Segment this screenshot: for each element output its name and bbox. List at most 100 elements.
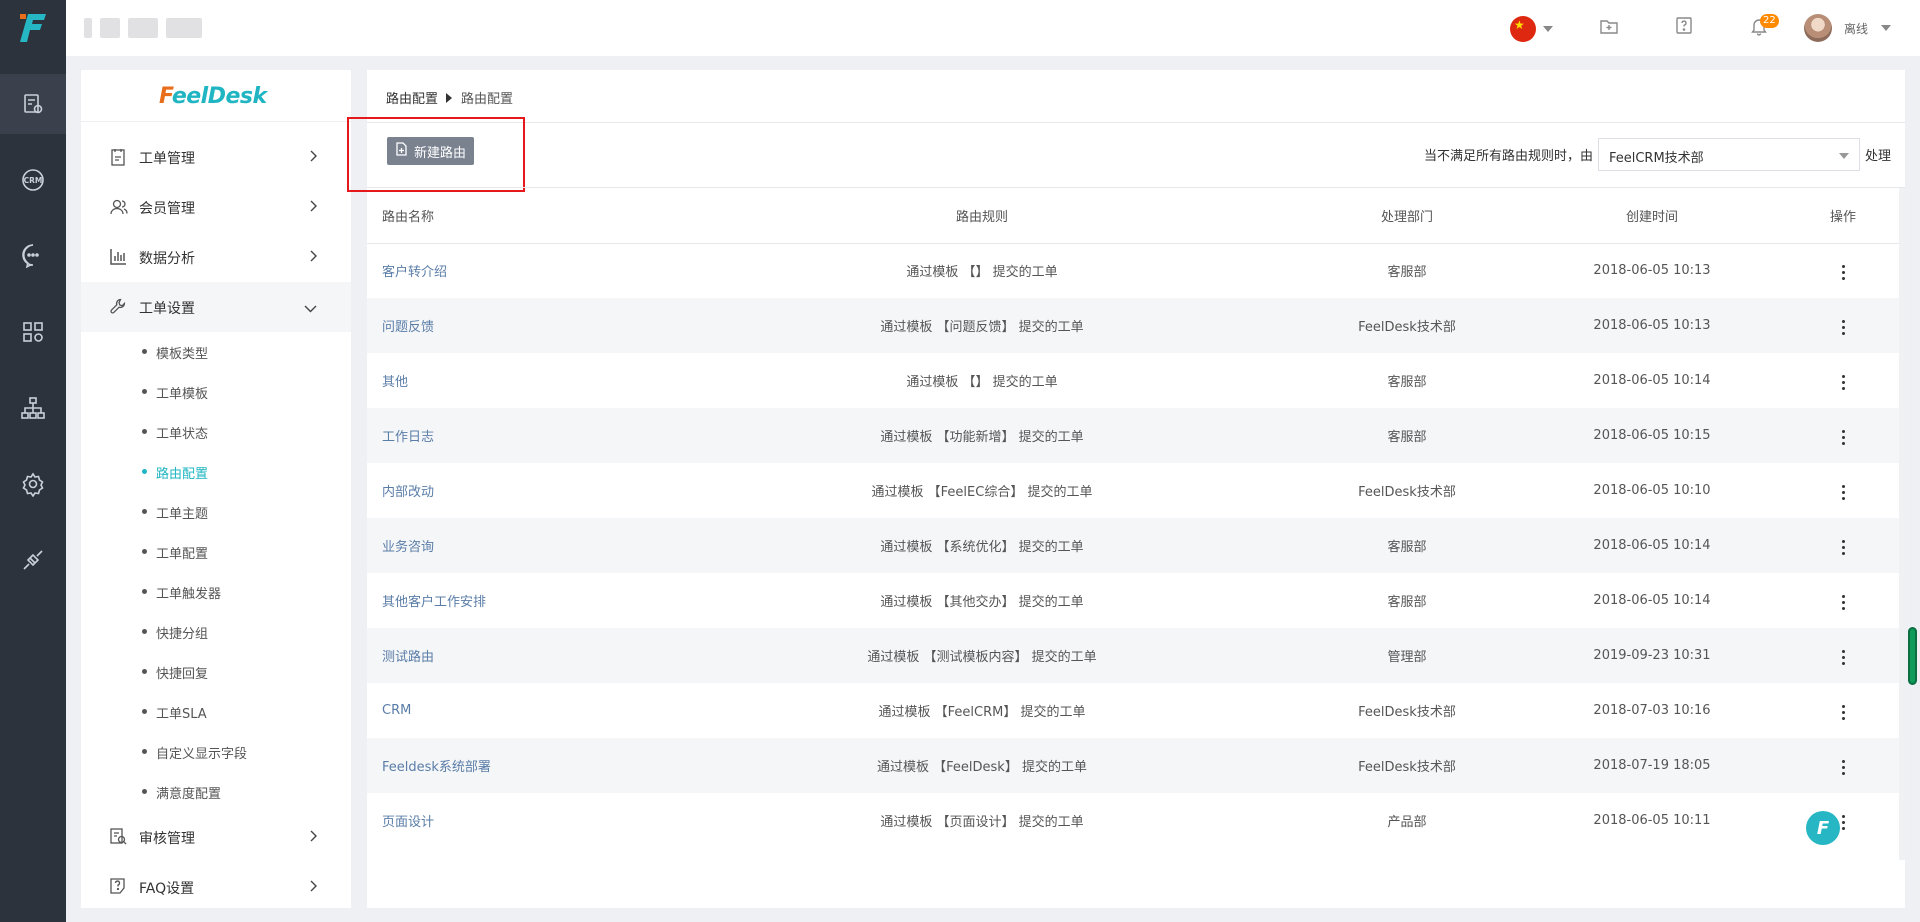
submenu-quick-replies[interactable]: 快捷回复 (81, 652, 351, 692)
crm-icon: CRM (20, 167, 46, 193)
chevron-right-icon (309, 880, 317, 896)
rail-apps[interactable] (0, 302, 66, 362)
ticket-settings-icon (21, 92, 45, 116)
menu-faq-settings[interactable]: FAQ设置 (81, 862, 351, 908)
more-options-icon[interactable] (1836, 756, 1851, 779)
route-name[interactable]: 测试路由 (367, 628, 667, 683)
route-created: 2019-09-23 10:31 (1517, 628, 1787, 683)
more-options-icon[interactable] (1836, 371, 1851, 394)
route-rule: 通过模板 【功能新增】 提交的工单 (667, 408, 1297, 463)
route-name[interactable]: Feeldesk系统部署 (367, 738, 667, 793)
table-header-row: 路由名称 路由规则 处理部门 创建时间 操作 (367, 188, 1899, 244)
route-created: 2018-06-05 10:14 (1593, 593, 1711, 608)
new-route-button[interactable]: 新建路由 (387, 137, 475, 165)
menu-ticket-settings[interactable]: 工单设置 (81, 282, 351, 332)
user-status[interactable]: 离线 (1844, 20, 1868, 37)
menu-toggle[interactable] (84, 18, 92, 38)
menu-member-management[interactable]: 会员管理 (81, 182, 351, 232)
more-options-icon[interactable] (1836, 536, 1851, 559)
route-name[interactable]: 客户转介绍 (367, 243, 667, 298)
chevron-down-icon[interactable] (1881, 25, 1891, 31)
submenu-ticket-templates[interactable]: 工单模板 (81, 372, 351, 412)
bar-chart-icon (110, 248, 127, 269)
table-row: 业务咨询 通过模板 【系统优化】 提交的工单 客服部 2018-06-05 10… (367, 518, 1899, 573)
row-actions (1787, 738, 1899, 793)
feeldesk-logo: FeelDesk (159, 84, 267, 109)
language-selector[interactable]: ★ (1510, 16, 1536, 42)
submenu-label: 工单模板 (156, 387, 209, 402)
submenu-routing-config[interactable]: 路由配置 (81, 452, 351, 492)
submenu-label: 工单SLA (156, 707, 207, 722)
row-actions (1787, 573, 1899, 628)
fallback-department-select[interactable]: FeelCRM技术部 (1597, 138, 1860, 171)
route-name[interactable]: 工作日志 (367, 408, 667, 463)
route-name[interactable]: 其他 (367, 353, 667, 408)
rail-settings[interactable] (0, 454, 66, 514)
route-name[interactable]: 问题反馈 (367, 298, 667, 353)
route-name[interactable]: 业务咨询 (367, 518, 667, 573)
help-icon[interactable] (1674, 16, 1694, 40)
bullet (142, 429, 147, 434)
row-actions (1787, 353, 1899, 408)
menu-label: 工单设置 (139, 301, 195, 317)
route-name[interactable]: CRM (367, 683, 667, 738)
rail-integrations[interactable] (0, 530, 66, 590)
more-options-icon[interactable] (1836, 481, 1851, 504)
submenu-ticket-sla[interactable]: 工单SLA (81, 692, 351, 732)
bullet (142, 669, 147, 674)
route-name[interactable]: 其他客户工作安排 (367, 573, 667, 628)
app-logo[interactable] (16, 12, 50, 44)
side-drawer-handle[interactable] (1908, 627, 1917, 685)
submenu-custom-fields[interactable]: 自定义显示字段 (81, 732, 351, 772)
table-row: 问题反馈 通过模板 【问题反馈】 提交的工单 FeelDesk技术部 2018-… (367, 298, 1899, 353)
submenu-ticket-status[interactable]: 工单状态 (81, 412, 351, 452)
chevron-right-icon (309, 200, 317, 216)
plug-icon (20, 547, 46, 573)
submenu-ticket-topics[interactable]: 工单主题 (81, 492, 351, 532)
more-options-icon[interactable] (1836, 261, 1851, 284)
route-created: 2018-06-05 10:14 (1517, 518, 1787, 573)
more-options-icon[interactable] (1836, 316, 1851, 339)
chevron-down-icon (1838, 153, 1849, 159)
new-folder-icon[interactable] (1599, 16, 1619, 40)
chevron-down-icon (304, 302, 317, 317)
submenu-quick-groups[interactable]: 快捷分组 (81, 612, 351, 652)
bullet (142, 509, 147, 514)
row-actions (1787, 683, 1899, 738)
more-options-icon[interactable] (1836, 426, 1851, 449)
route-name[interactable]: 页面设计 (367, 793, 667, 848)
rail-chat[interactable] (0, 225, 66, 285)
notification-badge: 22 (1760, 14, 1779, 28)
add-document-icon (395, 142, 408, 160)
vertical-scrollbar[interactable] (1899, 188, 1905, 860)
route-created: 2018-06-05 10:13 (1517, 298, 1787, 353)
row-actions (1787, 793, 1899, 848)
more-options-icon[interactable] (1836, 646, 1851, 669)
route-name[interactable]: 内部改动 (367, 463, 667, 518)
rail-org[interactable] (0, 378, 66, 438)
submenu-ticket-triggers[interactable]: 工单触发器 (81, 572, 351, 612)
route-department: 客服部 (1387, 265, 1427, 281)
main-panel: 路由配置 路由配置 新建路由 当不满足所有路由规则时，由 FeelCRM技术部 … (347, 70, 1905, 908)
submenu-satisfaction-config[interactable]: 满意度配置 (81, 772, 351, 812)
menu-audit-management[interactable]: 审核管理 (81, 812, 351, 862)
menu-data-analysis[interactable]: 数据分析 (81, 232, 351, 282)
submenu-template-types[interactable]: 模板类型 (81, 332, 351, 372)
more-options-icon[interactable] (1836, 591, 1851, 614)
breadcrumb-parent[interactable]: 路由配置 (386, 88, 438, 107)
bullet (142, 749, 147, 754)
rail-ticket-settings[interactable] (0, 74, 66, 134)
bullet (142, 709, 147, 714)
more-options-icon[interactable] (1836, 701, 1851, 724)
floating-help-button[interactable]: F (1806, 811, 1840, 845)
route-department: 客服部 (1387, 375, 1427, 390)
blurred-text (128, 18, 158, 38)
table-row: 客户转介绍 通过模板 【】 提交的工单 客服部 2018-06-05 10:13 (367, 243, 1899, 298)
caret-right-icon (446, 92, 453, 103)
rail-crm[interactable]: CRM (0, 150, 66, 210)
chevron-down-icon[interactable] (1543, 26, 1553, 32)
avatar[interactable] (1804, 14, 1832, 42)
submenu-ticket-config[interactable]: 工单配置 (81, 532, 351, 572)
menu-ticket-management[interactable]: 工单管理 (81, 132, 351, 182)
members-icon (110, 198, 128, 220)
